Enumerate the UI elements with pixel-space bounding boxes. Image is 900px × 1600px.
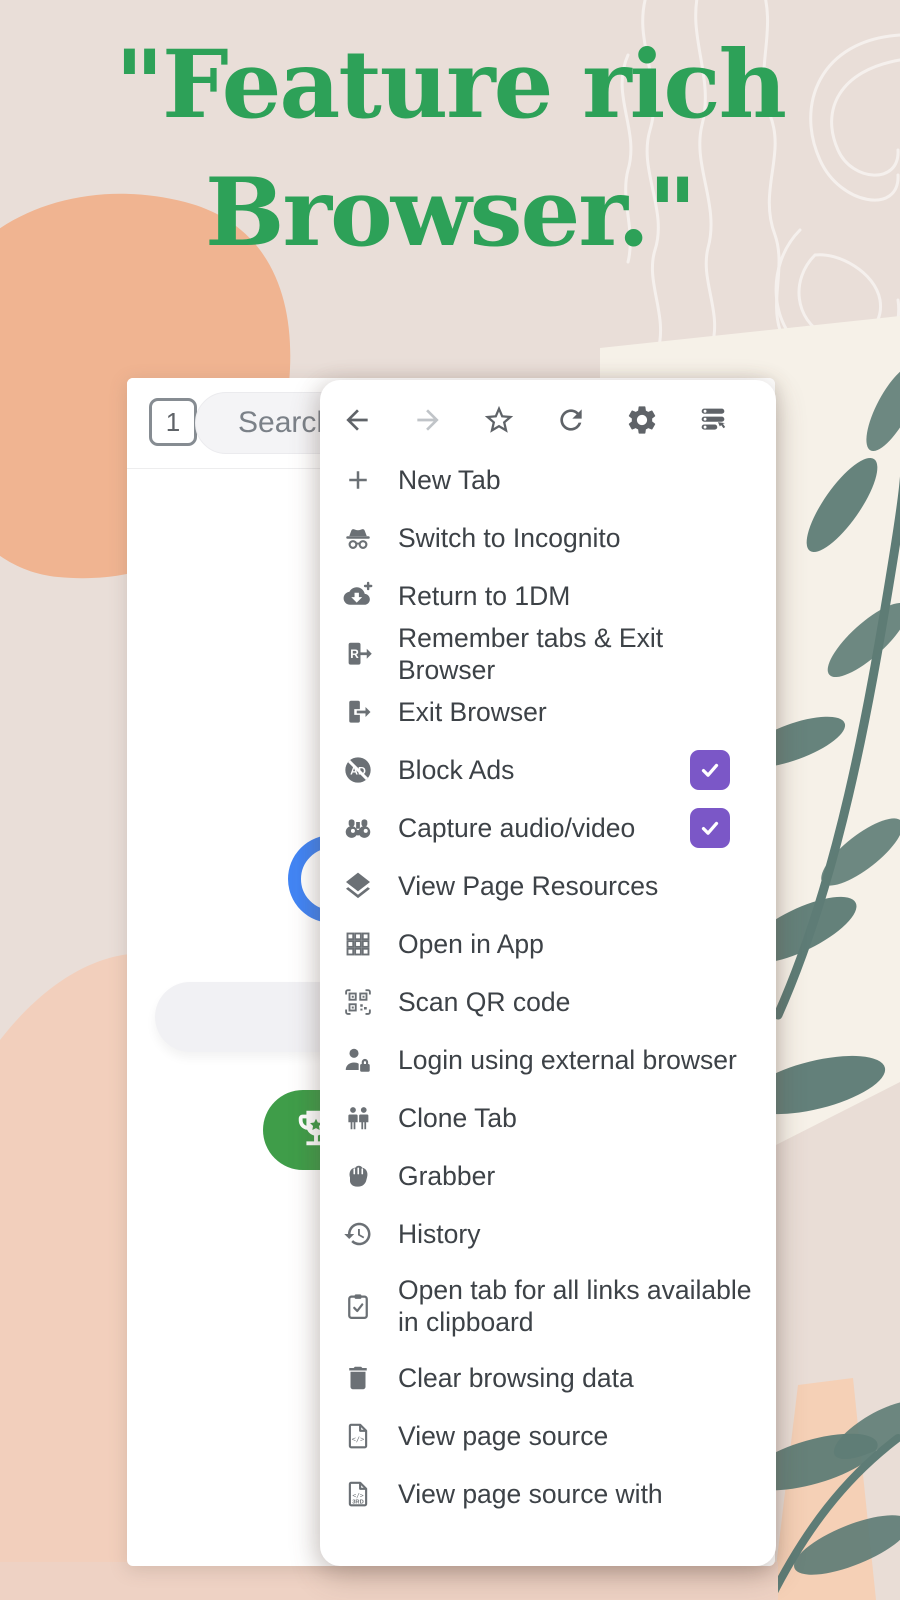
menu-item-label: Block Ads [398,754,514,786]
browser-dropdown-menu: New Tab Switch to Incognito [320,380,776,1566]
menu-item-label: Switch to Incognito [398,522,620,554]
menu-item-label: Scan QR code [398,986,570,1018]
menu-item-label: Open in App [398,928,544,960]
svg-text:R: R [350,647,359,661]
menu-item-view-page-source[interactable]: </> View page source [320,1407,776,1465]
qr-code-icon [340,984,376,1020]
menu-item-block-ads[interactable]: AD Block Ads [320,741,776,799]
svg-text:</>: </> [352,1435,365,1443]
menu-item-label: Return to 1DM [398,580,570,612]
menu-item-open-in-app[interactable]: Open in App [320,915,776,973]
fist-icon [340,1158,376,1194]
menu-item-label: History [398,1218,480,1250]
tab-count: 1 [166,407,180,438]
menu-item-label: Clone Tab [398,1102,517,1134]
binoculars-icon [340,810,376,846]
menu-item-scan-qr-code[interactable]: Scan QR code [320,973,776,1031]
settings-gear-icon[interactable] [619,400,665,440]
menu-item-history[interactable]: History [320,1205,776,1263]
menu-item-switch-to-incognito[interactable]: Switch to Incognito [320,509,776,567]
person-lock-icon [340,1042,376,1078]
menu-toolbar [320,380,776,451]
menu-item-return-to-1dm[interactable]: Return to 1DM [320,567,776,625]
menu-item-label: View Page Resources [398,870,658,902]
headline-line2: Browser." [0,150,900,278]
bookmark-star-icon[interactable] [476,400,522,440]
menu-item-label: Grabber [398,1160,495,1192]
menu-item-remember-tabs-exit[interactable]: R Remember tabs & Exit Browser [320,625,776,683]
menu-item-clone-tab[interactable]: Clone Tab [320,1089,776,1147]
search-placeholder: Search [238,406,333,440]
menu-item-open-clipboard-links[interactable]: Open tab for all links available in clip… [320,1263,776,1349]
menu-item-new-tab[interactable]: New Tab [320,451,776,509]
menu-item-label: Open tab for all links available in clip… [398,1274,752,1339]
forward-icon[interactable] [405,400,451,440]
two-people-icon [340,1100,376,1136]
menu-item-clear-browsing-data[interactable]: Clear browsing data [320,1349,776,1407]
plus-icon [340,462,376,498]
menu-item-label: Capture audio/video [398,812,635,844]
menu-item-view-page-resources[interactable]: View Page Resources [320,857,776,915]
headline-line1: "Feature rich [0,22,900,150]
exit-door-icon [340,694,376,730]
checkbox-checked[interactable] [690,808,730,848]
checkbox-checked[interactable] [690,750,730,790]
code-document-icon: </> [340,1418,376,1454]
menu-item-label: Login using external browser [398,1044,737,1076]
svg-text:</>: </> [352,1492,364,1499]
tab-counter-button[interactable]: 1 [149,398,197,446]
incognito-icon [340,520,376,556]
menu-item-login-external-browser[interactable]: Login using external browser [320,1031,776,1089]
headline: "Feature rich Browser." [0,22,900,278]
menu-item-exit-browser[interactable]: Exit Browser [320,683,776,741]
menu-item-label: Clear browsing data [398,1362,634,1394]
menu-item-label: View page source with [398,1478,663,1510]
downloads-1dm-icon[interactable] [690,400,736,440]
svg-text:3RD: 3RD [352,1499,364,1505]
app-grid-icon [340,926,376,962]
refresh-icon[interactable] [548,400,594,440]
menu-item-label: View page source [398,1420,608,1452]
clipboard-check-icon [340,1288,376,1324]
menu-item-label: New Tab [398,464,501,496]
menu-item-capture-audio-video[interactable]: Capture audio/video [320,799,776,857]
menu-item-view-page-source-with[interactable]: </> 3RD View page source with [320,1465,776,1523]
trash-icon [340,1360,376,1396]
menu-item-label: Exit Browser [398,696,547,728]
menu-item-label: Remember tabs & Exit Browser [398,622,756,687]
layers-icon [340,868,376,904]
menu-item-grabber[interactable]: Grabber [320,1147,776,1205]
ad-block-icon: AD [340,752,376,788]
menu-list: New Tab Switch to Incognito [320,451,776,1523]
remember-exit-icon: R [340,636,376,672]
code-document-3rd-icon: </> 3RD [340,1476,376,1512]
cloud-download-plus-icon [340,578,376,614]
back-icon[interactable] [334,400,380,440]
history-clock-icon [340,1216,376,1252]
